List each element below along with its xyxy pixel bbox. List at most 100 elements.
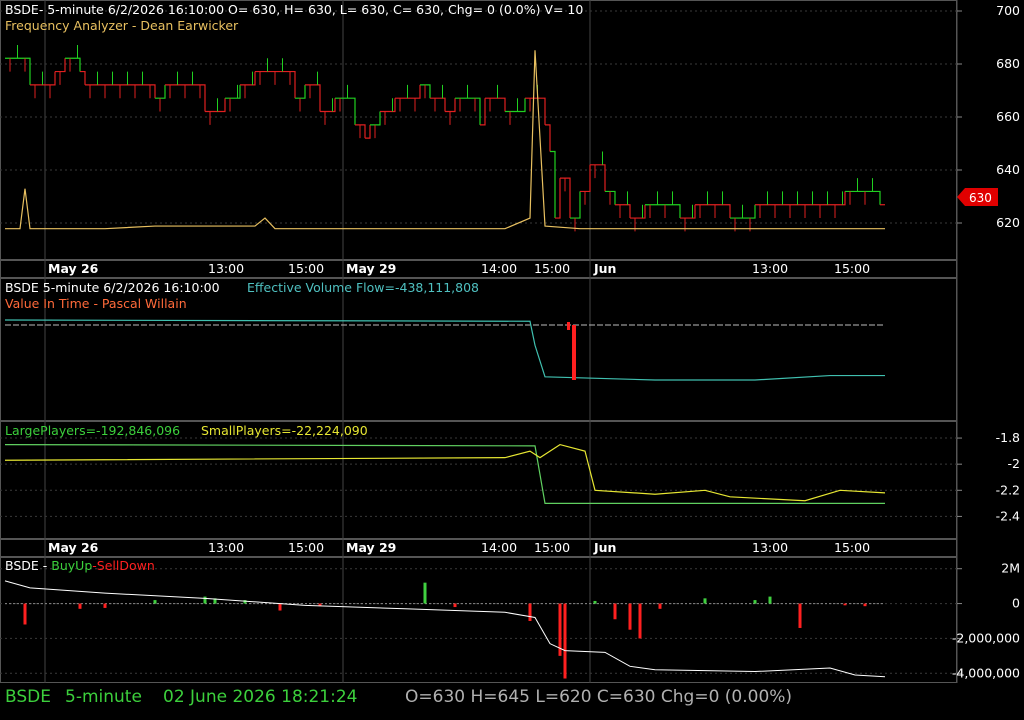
flow-bar: [863, 603, 867, 607]
price-segment: [5, 57, 31, 85]
flow-bar: [768, 596, 772, 604]
flow-bar: [153, 600, 157, 604]
price-segment: [550, 150, 556, 219]
price-segment: [570, 191, 581, 219]
flow-bar: [423, 582, 427, 604]
price-segment: [525, 97, 546, 125]
flow-bar: [278, 603, 282, 611]
status-bar: BSDE 5-minute 02 June 2026 18:21:24 O=63…: [0, 683, 1024, 720]
price-segment: [445, 98, 456, 113]
panel1-header: BSDE- 5-minute 6/2/2026 16:10:00 O= 630,…: [5, 2, 584, 17]
players-line: [4, 443, 886, 502]
status-datetime: 02 June 2026 18:21:24: [163, 687, 358, 707]
flow-bar: [658, 603, 662, 609]
price-segment: [545, 124, 551, 152]
x-axis-label: 13:00: [752, 540, 788, 555]
price-segment: [505, 98, 526, 113]
x-axis-label: May 26: [48, 261, 99, 276]
price-segment: [555, 178, 561, 219]
status-interval: 5-minute: [65, 687, 142, 707]
price-segment: [65, 57, 81, 72]
last-price-badge: 630: [957, 188, 998, 206]
flow-bar: [203, 596, 207, 604]
flow-bar: [703, 598, 707, 604]
evf-line: [4, 319, 885, 381]
price-segment: [80, 70, 86, 85]
y-tick-label: -2.4: [996, 508, 1020, 523]
evf-label: Effective Volume Flow=-438,111,808: [247, 280, 480, 295]
x-axis-label: Jun: [593, 540, 616, 555]
status-ohlc: O=630 H=645 L=620 C=630 Chg=0 (0.00%): [405, 687, 793, 707]
stock-chart[interactable]: 700 680 660 640 620 -1.8 -2 -2.2 -2.4 2M 0 -2,000,0…: [0, 0, 1024, 683]
status-symbol: BSDE: [5, 687, 51, 707]
price-segment: [430, 97, 446, 112]
y-tick-label: -2: [1008, 456, 1020, 471]
x-axis-label: 15:00: [288, 261, 324, 276]
x-axis-label: 15:00: [534, 540, 570, 555]
players-line: [4, 443, 885, 504]
x-axis-label: 13:00: [208, 540, 244, 555]
price-segment: [55, 58, 66, 73]
panel4-title: BSDE -: [5, 558, 52, 573]
small-players-label: SmallPlayers=-22,224,090: [201, 423, 368, 438]
x-axis-label: 15:00: [834, 540, 870, 555]
panel2-indicator: Value In Time - Pascal Willain: [5, 296, 187, 311]
y-tick-label: -1.8: [996, 430, 1020, 445]
y-tick-label: -2,000,000: [952, 630, 1020, 645]
flow-bar: [593, 600, 597, 604]
selldown-label: SellDown: [96, 558, 155, 573]
flow-bar: [528, 603, 532, 621]
flow-bar: [638, 603, 642, 639]
price-segment: [205, 98, 226, 113]
vit-bar: [572, 325, 576, 380]
flow-bar: [843, 603, 847, 606]
x-axis-label: 14:00: [481, 540, 517, 555]
vit-bar: [567, 322, 570, 330]
x-axis-label: May 29: [346, 261, 396, 276]
flow-bar: [563, 603, 567, 679]
price-segment: [455, 97, 481, 125]
y-tick-label: 640: [996, 162, 1020, 177]
y-tick-label: 0: [1012, 596, 1020, 611]
x-axis-label: May 26: [48, 540, 99, 555]
flow-bar: [798, 603, 802, 628]
buyup-label: BuyUp: [51, 558, 93, 573]
flow-bar: [103, 603, 107, 608]
y-tick-label: 700: [996, 3, 1020, 18]
price-segment: [485, 97, 506, 112]
cumulative-line: [4, 580, 886, 678]
panel1-indicator: Frequency Analyzer - Dean Earwicker: [5, 18, 239, 33]
flow-bar: [628, 603, 632, 630]
large-players-label: LargePlayers=-192,846,096: [5, 423, 181, 438]
x-axis-label: 15:00: [834, 261, 870, 276]
panel2-header: BSDE 5-minute 6/2/2026 16:10:00: [5, 280, 220, 295]
price-segment: [365, 124, 371, 139]
flow-bar: [23, 603, 27, 625]
x-axis-label: May 29: [346, 540, 396, 555]
y-tick-label: 620: [996, 215, 1020, 230]
panel4-header: BSDE - BuyUp-SellDown: [5, 558, 155, 573]
price-segment: [370, 111, 381, 126]
frequency-line: [5, 50, 885, 230]
flow-bar: [753, 600, 757, 604]
x-axis-label: 13:00: [752, 261, 788, 276]
y-tick-label: 660: [996, 109, 1020, 124]
y-tick-label: 2M: [1001, 561, 1020, 576]
x-axis-label: Jun: [593, 261, 616, 276]
x-axis-label: 13:00: [208, 261, 244, 276]
price-segment: [305, 84, 321, 112]
price-segment: [580, 164, 591, 193]
y-tick-label: -4,000,000: [952, 665, 1020, 680]
x-axis-label: 15:00: [288, 540, 324, 555]
flow-bar: [613, 603, 617, 620]
price-segment: [615, 204, 631, 219]
last-price-value: 630: [969, 191, 992, 205]
y-tick-label: -2.2: [996, 482, 1020, 497]
price-segment: [155, 84, 166, 99]
x-axis-label: 14:00: [481, 261, 517, 276]
flow-bar: [78, 603, 82, 609]
y-tick-label: 680: [996, 56, 1020, 71]
price-segment: [335, 97, 356, 125]
price-segment: [480, 98, 486, 126]
x-axis-label: 15:00: [534, 261, 570, 276]
